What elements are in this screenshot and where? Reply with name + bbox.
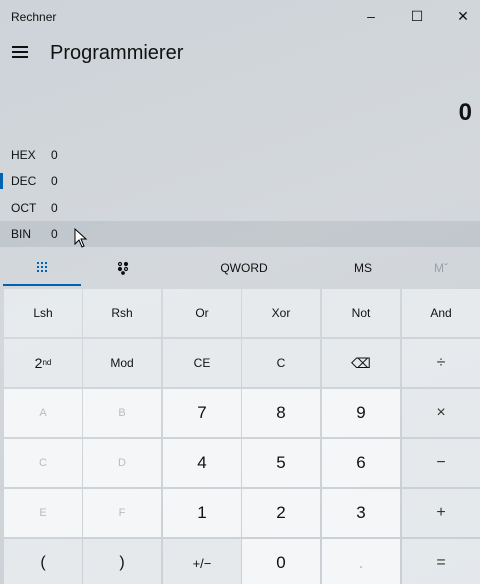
radix-label: OCT <box>11 201 37 215</box>
radix-row-hex[interactable]: HEX 0 <box>0 142 480 168</box>
hex-c-button[interactable]: C <box>4 439 82 487</box>
hex-e-button[interactable]: E <box>4 489 82 537</box>
full-keypad-tab[interactable] <box>3 250 81 286</box>
keypad-icon <box>37 262 47 272</box>
and-button[interactable]: And <box>402 289 480 337</box>
radix-label: HEX <box>11 148 36 162</box>
hex-b-button[interactable]: B <box>83 389 161 437</box>
backspace-icon: ⌫ <box>351 354 371 371</box>
title-bar: Rechner – ☐ ✕ <box>0 0 480 32</box>
hamburger-menu-icon[interactable] <box>4 36 36 68</box>
close-button[interactable]: ✕ <box>440 0 480 32</box>
digit-8-button[interactable]: 8 <box>242 389 320 437</box>
decimal-button[interactable]: . <box>322 539 400 584</box>
page-title: Programmierer <box>50 42 184 64</box>
bit-toggling-keypad-tab[interactable] <box>84 250 162 286</box>
clear-button[interactable]: C <box>242 339 320 387</box>
equals-button[interactable]: = <box>402 539 480 584</box>
maximize-button[interactable]: ☐ <box>394 0 440 32</box>
digit-1-button[interactable]: 1 <box>163 489 241 537</box>
mouse-pointer-icon <box>74 228 88 248</box>
digit-2-button[interactable]: 2 <box>242 489 320 537</box>
radix-value: 0 <box>51 148 58 162</box>
digit-0-button[interactable]: 0 <box>242 539 320 584</box>
clear-entry-button[interactable]: CE <box>163 339 241 387</box>
header: Programmierer <box>0 34 480 74</box>
multiply-button[interactable]: × <box>402 389 480 437</box>
xor-button[interactable]: Xor <box>242 289 320 337</box>
second-function-button[interactable]: 2nd <box>4 339 82 387</box>
digit-5-button[interactable]: 5 <box>242 439 320 487</box>
negate-button[interactable]: +/− <box>163 539 241 584</box>
radix-value: 0 <box>51 174 58 188</box>
word-size-button[interactable]: QWORD <box>164 250 324 286</box>
digit-7-button[interactable]: 7 <box>163 389 241 437</box>
mode-bar: QWORD MS Mˇ <box>0 250 480 288</box>
second-label: 2 <box>34 355 43 371</box>
app-title: Rechner <box>11 10 57 24</box>
radix-row-dec[interactable]: DEC 0 <box>0 168 480 194</box>
not-button[interactable]: Not <box>322 289 400 337</box>
divide-button[interactable]: ÷ <box>402 339 480 387</box>
minimize-button[interactable]: – <box>348 0 394 32</box>
left-paren-button[interactable]: ( <box>4 539 82 584</box>
digit-6-button[interactable]: 6 <box>322 439 400 487</box>
radix-value: 0 <box>51 227 58 241</box>
bit-toggle-icon <box>117 261 129 275</box>
hex-f-button[interactable]: F <box>83 489 161 537</box>
radix-label: BIN <box>11 227 32 241</box>
selected-indicator <box>0 173 3 189</box>
backspace-button[interactable]: ⌫ <box>322 339 400 387</box>
rsh-button[interactable]: Rsh <box>83 289 161 337</box>
hex-d-button[interactable]: D <box>83 439 161 487</box>
digit-4-button[interactable]: 4 <box>163 439 241 487</box>
memory-store-button[interactable]: MS <box>324 250 402 286</box>
right-paren-button[interactable]: ) <box>83 539 161 584</box>
memory-view-button[interactable]: Mˇ <box>402 250 480 286</box>
mod-button[interactable]: Mod <box>83 339 161 387</box>
digit-3-button[interactable]: 3 <box>322 489 400 537</box>
lsh-button[interactable]: Lsh <box>4 289 82 337</box>
radix-value: 0 <box>51 201 58 215</box>
digit-9-button[interactable]: 9 <box>322 389 400 437</box>
minus-button[interactable]: − <box>402 439 480 487</box>
radix-row-oct[interactable]: OCT 0 <box>0 195 480 221</box>
radix-label: DEC <box>11 174 37 188</box>
hex-a-button[interactable]: A <box>4 389 82 437</box>
result-display: 0 <box>458 99 472 126</box>
or-button[interactable]: Or <box>163 289 241 337</box>
radix-row-bin[interactable]: BIN 0 <box>0 221 480 247</box>
plus-button[interactable]: + <box>402 489 480 537</box>
